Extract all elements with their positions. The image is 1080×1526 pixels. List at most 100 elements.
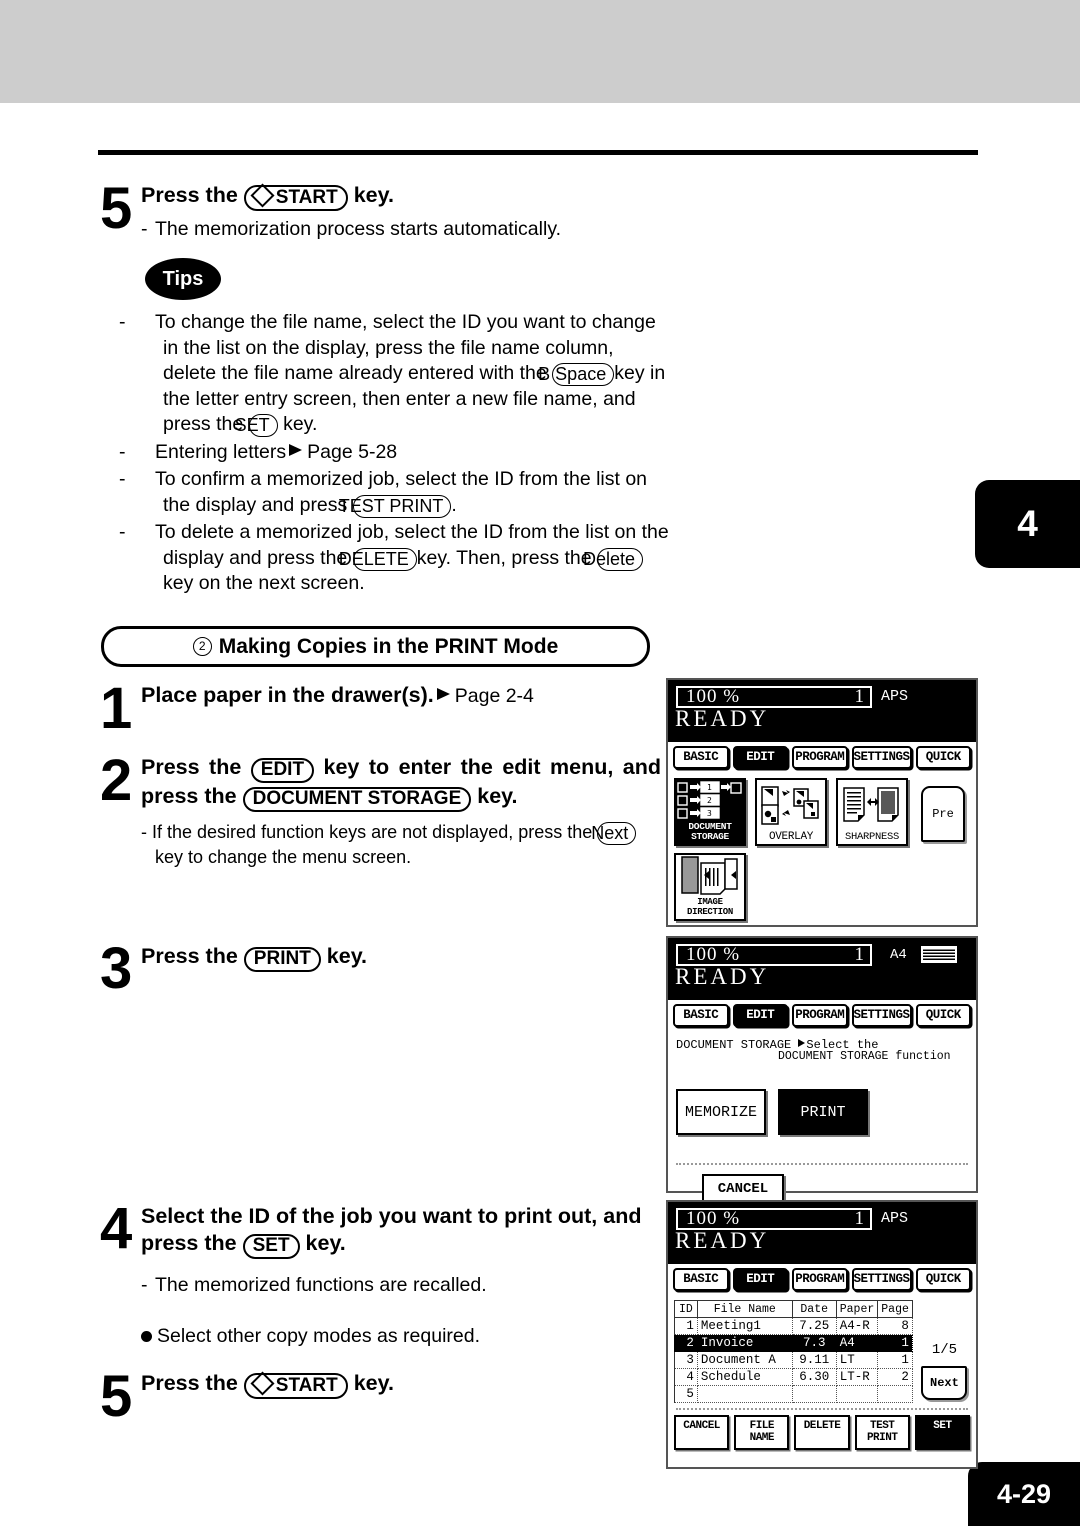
step1-headline: Place paper in the drawer(s). Page 2-4 — [141, 682, 661, 710]
set-button[interactable]: SET — [914, 1415, 971, 1450]
delete-button[interactable]: DELETE — [794, 1415, 850, 1450]
function-label-overlay: OVERLAY — [768, 831, 814, 843]
step2-pre: Press the — [141, 755, 242, 779]
lcd2-prompt-line2: DOCUMENT STORAGE function — [778, 1050, 951, 1063]
preview-button[interactable]: Pre — [921, 786, 965, 842]
col-page: Page — [877, 1300, 913, 1318]
tab-settings[interactable]: SETTINGS — [851, 746, 912, 769]
table-row[interactable]: 3 Document A 9.11 LT 1 — [674, 1351, 913, 1369]
tab-settings[interactable]: SETTINGS — [851, 1268, 912, 1291]
lcd1-zoom-bar: 100 % 1 — [676, 686, 872, 708]
step5a-headline-post: key. — [353, 183, 394, 207]
table-row[interactable]: 1 Meeting1 7.25 A4-R 8 — [674, 1317, 913, 1335]
lcd2-status-text: READY — [675, 964, 770, 989]
cell-file-name: Invoice — [696, 1334, 793, 1352]
tab-basic[interactable]: BASIC — [673, 746, 729, 769]
tips-item-2-page-ref: Page 5-28 — [307, 440, 398, 463]
cell-id: 1 — [674, 1317, 698, 1335]
svg-text:1: 1 — [707, 783, 712, 792]
lcd1-copy-count: 1 — [854, 686, 865, 707]
lcd2-zoom-value: 100 % — [686, 944, 741, 965]
tips-item-1: - To change the file name, select the ID … — [119, 310, 671, 438]
step2-post: key. — [477, 784, 518, 808]
table-row[interactable]: 2 Invoice 7.3 A4 1 — [674, 1334, 913, 1352]
tab-quick[interactable]: QUICK — [915, 1004, 972, 1027]
lcd3-body: ID File Name Date Paper Page 1 Meeting1 … — [668, 1295, 976, 1467]
cell-page: 1 — [877, 1334, 913, 1352]
lcd1-function-row-1: 123 DOCUMENT STORAGE OVERLAY SHARPNESS P… — [674, 778, 970, 846]
lcd3-pager: 1/5 Next — [919, 1300, 970, 1400]
lcd2-status-bar: 100 % 1 A4 READY — [668, 938, 976, 1000]
arrow-right-icon — [289, 443, 303, 456]
cell-page: 1 — [877, 1351, 913, 1369]
section-title: Making Copies in the PRINT Mode — [218, 634, 559, 658]
tab-basic[interactable]: BASIC — [673, 1004, 729, 1027]
bullet-icon — [141, 1330, 152, 1342]
tab-program[interactable]: PROGRAM — [792, 1268, 848, 1291]
tab-basic[interactable]: BASIC — [673, 1268, 729, 1291]
delete-key-cap: DELETE — [339, 547, 417, 571]
tab-program[interactable]: PROGRAM — [792, 746, 848, 769]
step4-note-text: The memorized functions are recalled. — [155, 1274, 487, 1296]
cell-id: 3 — [674, 1351, 698, 1369]
lcd-panel-job-list: 100 % 1 APS READY BASIC EDIT PROGRAM SET… — [666, 1200, 978, 1469]
lcd2-paper-size: A4 — [890, 947, 907, 963]
tab-edit[interactable]: EDIT — [732, 1268, 788, 1291]
test-print-button[interactable]: TEST PRINT — [854, 1415, 910, 1450]
step5a-note-text: The memorization process starts automati… — [155, 218, 562, 240]
tab-quick[interactable]: QUICK — [915, 746, 972, 769]
table-row[interactable]: 4 Schedule 6.30 LT-R 2 — [674, 1368, 913, 1386]
lcd2-zoom-bar: 100 % 1 — [676, 944, 872, 966]
dash-marker: - — [119, 468, 126, 490]
function-button-sharpness[interactable]: SHARPNESS — [836, 778, 908, 846]
step2-headline: Press the EDIT key to enter the edit men… — [141, 754, 661, 812]
cell-id: 5 — [674, 1385, 698, 1403]
cell-date: 7.25 — [791, 1317, 837, 1335]
pointer-right-icon — [798, 1039, 806, 1047]
step3-post: key. — [326, 944, 368, 968]
step3-pre: Press the — [141, 944, 238, 968]
start-diamond-icon — [250, 183, 275, 208]
table-header-row: ID File Name Date Paper Page — [674, 1300, 913, 1318]
lcd3-tab-row: BASIC EDIT PROGRAM SETTINGS QUICK — [668, 1264, 976, 1295]
tips-item-4-text-c: key on the next screen. — [163, 572, 365, 594]
file-name-button[interactable]: FILE NAME — [734, 1415, 790, 1450]
start-key-cap: START — [243, 183, 348, 211]
memorize-button[interactable]: MEMORIZE — [676, 1089, 766, 1135]
step2-note-post: key to change the menu screen. — [155, 847, 412, 867]
dash-marker: - — [141, 1274, 148, 1296]
lcd3-zoom-value: 100 % — [686, 1208, 741, 1229]
function-label-sharpness: SHARPNESS — [844, 831, 899, 843]
function-button-overlay[interactable]: OVERLAY — [755, 778, 827, 846]
job-list-table[interactable]: ID File Name Date Paper Page 1 Meeting1 … — [674, 1300, 913, 1403]
step2-note: - If the desired function keys are not d… — [141, 820, 661, 870]
b-space-key-cap: B Space — [538, 363, 615, 386]
print-button[interactable]: PRINT — [778, 1089, 868, 1135]
lcd3-status-text: READY — [675, 1228, 770, 1253]
step-number-4: 4 — [100, 1196, 132, 1261]
lcd1-status-text: READY — [675, 706, 770, 731]
function-button-image-direction[interactable]: IMAGE DIRECTION — [674, 853, 746, 921]
page-top-band — [0, 0, 1080, 103]
function-button-document-storage[interactable]: 1 2 3 DOCUMENT STORAGE — [674, 778, 746, 846]
table-row[interactable]: 5 — [674, 1385, 913, 1403]
tab-edit[interactable]: EDIT — [732, 1004, 788, 1027]
tips-item-3: - To confirm a memorized job, select the … — [119, 467, 671, 518]
function-label-document-storage: DOCUMENT STORAGE — [688, 821, 732, 842]
step-number-5b: 5 — [100, 1364, 132, 1429]
lcd1-tab-row: BASIC EDIT PROGRAM SETTINGS QUICK — [668, 742, 976, 773]
sharpness-icon — [838, 780, 906, 832]
lcd2-mode-label: DOCUMENT STORAGE — [676, 1038, 792, 1052]
tab-program[interactable]: PROGRAM — [792, 1004, 848, 1027]
tab-edit[interactable]: EDIT — [732, 746, 788, 769]
next-button[interactable]: Next — [921, 1366, 968, 1400]
cell-file-name: Document A — [696, 1351, 793, 1369]
tab-settings[interactable]: SETTINGS — [851, 1004, 912, 1027]
step4-bullet-text: Select other copy modes as required. — [157, 1324, 481, 1347]
lcd3-copy-count: 1 — [854, 1208, 865, 1229]
cell-date: 6.30 — [791, 1368, 837, 1386]
section-banner: 2 Making Copies in the PRINT Mode — [101, 626, 650, 667]
cancel-button[interactable]: CANCEL — [674, 1415, 730, 1450]
tab-quick[interactable]: QUICK — [915, 1268, 972, 1291]
step5b-pre: Press the — [141, 1371, 238, 1395]
